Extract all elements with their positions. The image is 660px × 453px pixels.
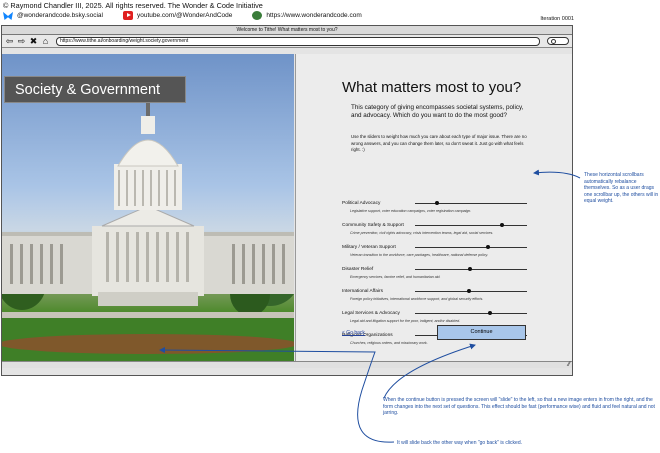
category-description: Foreign policy initiatives, internationa…	[350, 297, 484, 301]
category-row: Military / Veteran Support Veteran transi…	[342, 245, 527, 257]
url-field[interactable]: https://www.tithe.ai/onboarding/weight.s…	[56, 36, 540, 46]
bluesky-handle[interactable]: @wonderandcode.bsky.social	[17, 12, 103, 19]
category-description: Veteran transition to the workforce, car…	[350, 253, 489, 257]
resize-grip-icon[interactable]: ⁄⁄	[568, 362, 570, 368]
category-description: Legal aid and litigation support for the…	[350, 319, 461, 323]
bluesky-icon	[3, 11, 13, 20]
category-row: Political Advocacy Legislative support, v…	[342, 201, 527, 213]
youtube-icon	[122, 11, 133, 20]
slider-thumb[interactable]	[466, 289, 471, 293]
website-link[interactable]: https://www.wonderandcode.com	[266, 12, 361, 19]
social-links: @wonderandcode.bsky.social youtube.com/@…	[3, 11, 362, 20]
category-description: Crime prevention, civil rights advocacy,…	[350, 231, 494, 235]
weight-slider[interactable]	[415, 223, 527, 227]
page-title: What matters most to you?	[342, 79, 522, 96]
window-title: Welcome to Tithe! What matters most to y…	[2, 26, 572, 35]
category-description: Legislative support, voter education cam…	[350, 209, 472, 213]
category-row: Community Safety & Support Crime preventi…	[342, 223, 527, 235]
sliders-annotation: These horizontal scrollbars automaticall…	[584, 172, 659, 204]
category-row: International Affairs Foreign policy init…	[342, 289, 527, 301]
weight-slider[interactable]	[415, 311, 527, 315]
iteration-label: Iteration 0001	[540, 16, 574, 22]
category-intro: This category of giving encompasses soci…	[351, 104, 524, 119]
go-back-annotation: It will slide back the other way when "g…	[397, 440, 522, 446]
weighting-form: What matters most to you? This category …	[295, 54, 572, 368]
weight-slider[interactable]	[415, 289, 527, 293]
slider-thumb[interactable]	[488, 311, 493, 315]
back-arrow-icon[interactable]: ⇦	[5, 36, 14, 46]
browser-toolbar: ⇦ ⇨ ✖ ⌂ https://www.tithe.ai/onboarding/…	[2, 35, 572, 48]
status-bar: ⁄⁄	[2, 361, 572, 368]
category-label: Society & Government	[4, 76, 186, 103]
weight-slider[interactable]	[415, 267, 527, 271]
slider-thumb[interactable]	[485, 245, 490, 249]
close-icon[interactable]: ✖	[29, 36, 38, 46]
youtube-link[interactable]: youtube.com/@WonderAndCode	[137, 12, 232, 19]
copyright-line: © Raymond Chandler III, 2025. All rights…	[3, 1, 263, 10]
forward-arrow-icon[interactable]: ⇨	[17, 36, 26, 46]
page-content: Society & Government What matters most t…	[2, 54, 572, 368]
search-icon[interactable]	[547, 37, 569, 45]
browser-window: Welcome to Tithe! What matters most to y…	[1, 25, 573, 376]
category-row: Legal Services & Advocacy Legal aid and l…	[342, 311, 527, 323]
category-description: Churches, religious orders, and missiona…	[350, 341, 428, 345]
globe-icon	[252, 11, 263, 20]
category-row: Disaster Relief Emergency services, famin…	[342, 267, 527, 279]
slider-instructions: Use the sliders to weight how much you c…	[351, 134, 527, 152]
weight-slider[interactable]	[415, 245, 527, 249]
category-description: Emergency services, famine relief, and h…	[350, 275, 441, 279]
slider-thumb[interactable]	[467, 267, 472, 271]
continue-button[interactable]: Continue	[437, 325, 526, 340]
category-image: Society & Government	[2, 54, 294, 368]
home-icon[interactable]: ⌂	[41, 36, 50, 46]
continue-annotation: When the continue button is pressed the …	[383, 397, 655, 416]
go-back-link[interactable]: < Go back	[342, 330, 365, 336]
weight-slider[interactable]	[415, 201, 527, 205]
